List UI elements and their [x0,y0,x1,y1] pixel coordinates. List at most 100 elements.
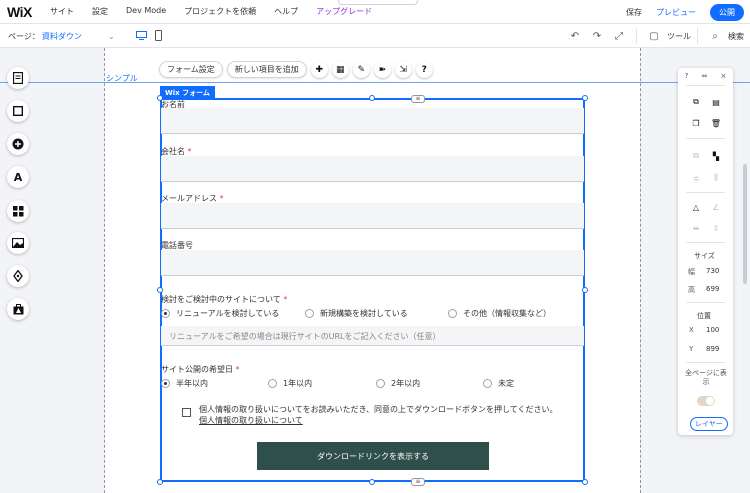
help-icon[interactable]: ? [685,72,689,80]
y-label: Y [689,345,694,353]
x-value[interactable]: 100 [706,326,719,334]
radio-button[interactable] [483,379,492,388]
radio-option[interactable]: リニューアルを検討している [161,308,279,319]
radio-button[interactable] [161,309,170,318]
help-icon[interactable]: ? [415,61,433,78]
radio-button[interactable] [161,379,170,388]
menu-settings[interactable]: 設定 [92,6,108,17]
fit-icon[interactable]: ⤢ [608,31,630,42]
stretch-icon[interactable]: ⇲ [394,61,412,78]
apps-icon[interactable] [7,200,29,222]
section-tag[interactable]: シンプル [106,73,138,84]
phone-field[interactable] [161,250,584,276]
business-icon[interactable] [7,298,29,320]
width-label: 幅 [688,268,695,276]
pen-icon[interactable] [7,265,29,287]
undo-icon[interactable]: ↶ [564,31,586,42]
menu-hire[interactable]: プロジェクトを依頼 [184,6,256,17]
height-value[interactable]: 699 [706,285,719,293]
layers-button[interactable]: レイヤー [690,417,728,431]
distribute-icon[interactable]: ≑ [690,172,702,184]
resize-handle[interactable] [369,479,375,485]
toolbar-divider [697,28,698,44]
resize-handle[interactable] [157,479,163,485]
company-field[interactable] [161,156,584,182]
download-button[interactable]: ダウンロードリンクを表示する [257,442,489,470]
redo-icon[interactable]: ↷ [586,31,608,42]
name-field[interactable] [161,108,584,134]
panel-divider [686,302,725,303]
radio-option[interactable]: 新規構築を検討している [305,308,408,319]
section-drag-handle[interactable]: ≡ [411,95,425,103]
all-pages-toggle[interactable] [697,396,715,406]
radio-option[interactable]: 1年以内 [268,378,312,389]
preview-button[interactable]: プレビュー [656,7,696,18]
search-label[interactable]: 検索 [728,31,744,42]
menu-site[interactable]: サイト [50,6,74,17]
bring-forward-icon[interactable]: ▚ [710,150,722,162]
resize-handle[interactable] [582,479,588,485]
section-drag-handle[interactable]: ≡ [411,478,425,486]
menu-upgrade[interactable]: アップグレード [316,6,372,17]
page-selector[interactable]: ページ： 資料ダウン ⌄ [8,31,115,42]
add-icon[interactable] [7,133,29,155]
radio-option[interactable]: 未定 [483,378,514,389]
current-url-field[interactable]: リニューアルをご希望の場合は現行サイトのURLをご記入ください（任意） [161,326,584,346]
inspector-panel: ? ⇔ × ⧉ ▤ ❐ 🗑 ⧉ ▚ ≑ ⫼ △ ∠ ⇹ ⇳ サイズ 幅 730 … [678,68,733,435]
layout-icon[interactable]: ▦ [331,61,349,78]
dock-icon[interactable]: ⇔ [701,72,707,80]
resize-handle[interactable] [157,287,163,293]
radio-button[interactable] [305,309,314,318]
tools-label[interactable]: ツール [667,31,691,42]
save-button[interactable]: 保存 [626,7,642,18]
form-settings-button[interactable]: フォーム設定 [159,61,223,78]
resize-handle[interactable] [369,95,375,101]
current-url-placeholder: リニューアルをご希望の場合は現行サイトのURLをご記入ください（任意） [169,332,441,341]
publish-button[interactable]: 公開 [710,4,744,21]
desktop-icon[interactable] [134,29,148,42]
resize-handle[interactable] [582,95,588,101]
all-pages-label: 全ページに表示 [685,369,727,386]
canvas-scrollbar[interactable] [743,164,747,284]
radio-option[interactable]: 半年以内 [161,378,208,389]
copy-icon[interactable]: ⧉ [690,96,702,108]
pages-icon[interactable] [7,67,29,89]
size-title: サイズ [694,252,715,260]
email-field[interactable] [161,203,584,229]
design-icon[interactable]: ✎ [352,61,370,78]
menu-help[interactable]: ヘルプ [274,6,298,17]
sections-icon[interactable] [7,100,29,122]
media-icon[interactable] [7,232,29,254]
privacy-link[interactable]: 個人情報の取り扱いについて [199,415,558,426]
delete-icon[interactable]: 🗑 [710,117,722,129]
align-icon[interactable]: ⫼ [710,172,722,184]
radio-option[interactable]: その他（情報収集など） [448,308,551,319]
radio-option[interactable]: 2年以内 [376,378,420,389]
paste-icon[interactable]: ▤ [710,96,722,108]
consent-checkbox[interactable] [182,408,191,417]
resize-handle[interactable] [582,287,588,293]
close-icon[interactable]: × [721,72,727,80]
duplicate-icon[interactable]: ❐ [690,117,702,129]
tools-icon[interactable]: ▢ [643,31,665,42]
menu-dev-mode[interactable]: Dev Mode [126,6,166,17]
arrange-icon[interactable]: ⧉ [690,150,702,162]
radio-button[interactable] [268,379,277,388]
animation-icon[interactable]: ➽ [373,61,391,78]
theme-icon[interactable]: A [7,166,29,188]
panel-divider [686,138,725,139]
mobile-icon[interactable] [151,29,165,42]
y-value[interactable]: 899 [706,345,719,353]
angle-icon[interactable]: ∠ [710,201,722,213]
width-value[interactable]: 730 [706,267,719,275]
match-width-icon[interactable]: ⇹ [690,222,702,234]
match-height-icon[interactable]: ⇳ [710,222,722,234]
add-icon[interactable]: ✚ [310,61,328,78]
add-field-button[interactable]: 新しい項目を追加 [226,61,307,78]
collapse-notch[interactable] [338,0,418,5]
wix-logo[interactable]: WiX [7,4,32,20]
search-icon[interactable]: ⌕ [704,31,726,42]
radio-button[interactable] [376,379,385,388]
triangle-icon[interactable]: △ [690,201,702,213]
radio-button[interactable] [448,309,457,318]
